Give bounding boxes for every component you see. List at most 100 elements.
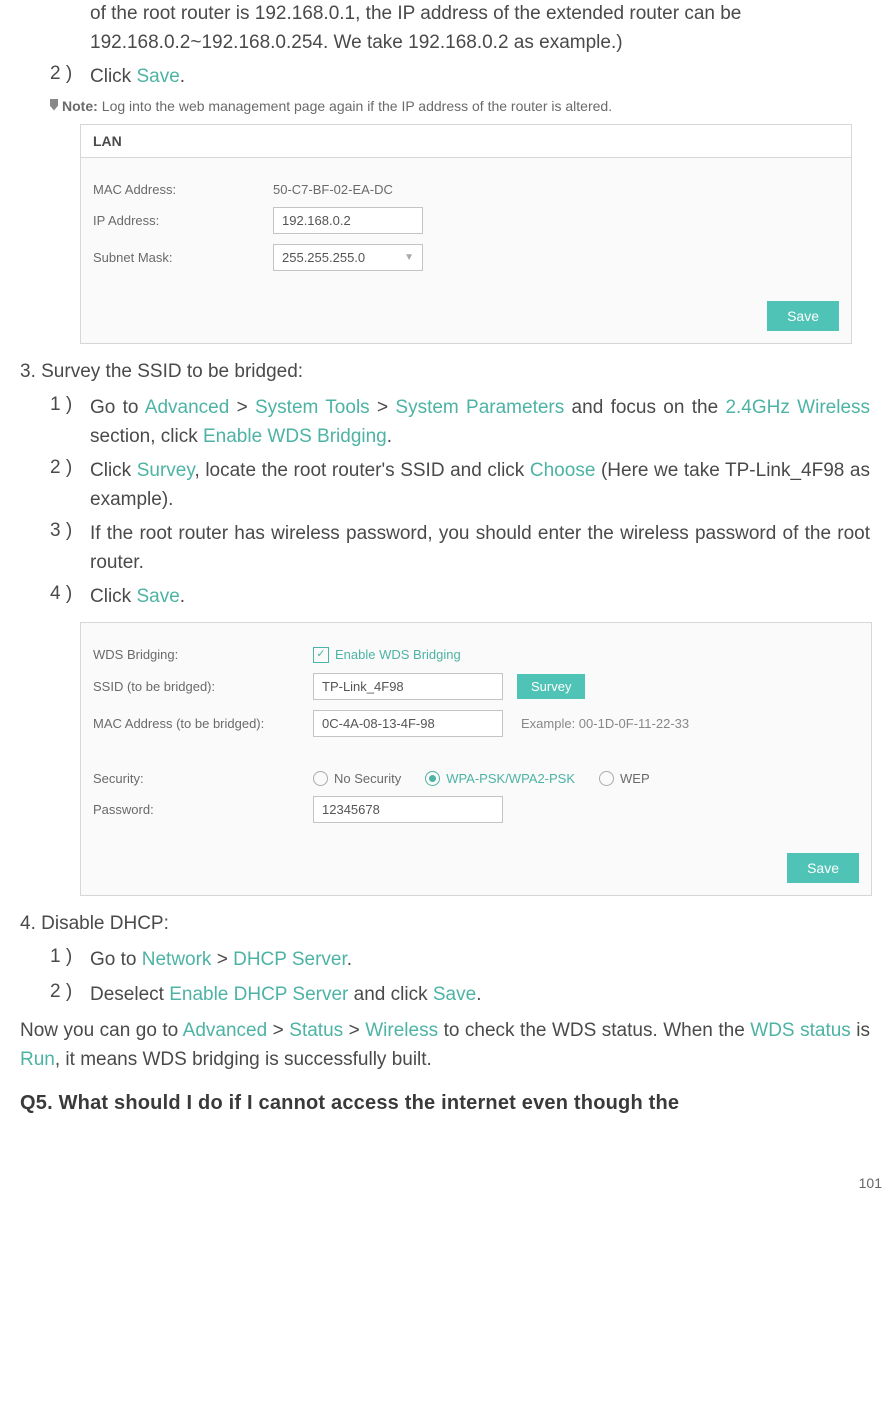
sec3-step2: 2 ) Click Survey, locate the root router…	[50, 457, 870, 514]
note-flag-icon	[50, 99, 58, 111]
text: and click	[348, 984, 432, 1005]
note: Note: Log into the web management page a…	[50, 98, 870, 114]
text: >	[267, 1020, 289, 1041]
checkbox-icon: ✓	[313, 647, 329, 663]
ssid-label: SSID (to be bridged):	[93, 679, 313, 694]
mac-row: MAC Address: 50-C7-BF-02-EA-DC	[93, 182, 839, 197]
ssid-row: SSID (to be bridged): TP-Link_4F98 Surve…	[93, 673, 859, 700]
section-3-heading: 3. Survey the SSID to be bridged:	[20, 358, 870, 387]
text: , it means WDS bridging is successfully …	[55, 1049, 432, 1070]
run-link: Run	[20, 1049, 55, 1070]
text: Click	[90, 586, 136, 607]
step-number: 2 )	[50, 981, 90, 1010]
system-parameters-link: System Parameters	[395, 397, 564, 418]
ip-label: IP Address:	[93, 213, 273, 228]
password-label: Password:	[93, 802, 313, 817]
radio-wep[interactable]: WEP	[599, 771, 650, 786]
ssid-input[interactable]: TP-Link_4F98	[313, 673, 503, 700]
advanced-link: Advanced	[183, 1020, 268, 1041]
step-number: 2 )	[50, 63, 90, 92]
note-text: Log into the web management page again i…	[102, 98, 612, 114]
panel-title: LAN	[81, 125, 851, 158]
lan-panel: LAN MAC Address: 50-C7-BF-02-EA-DC IP Ad…	[80, 124, 852, 344]
closing-paragraph: Now you can go to Advanced > Status > Wi…	[20, 1017, 870, 1074]
subnet-row: Subnet Mask: 255.255.255.0 ▼	[93, 244, 839, 271]
step-number: 1 )	[50, 946, 90, 975]
step-2a: 2 ) Click Save.	[50, 63, 870, 92]
page-number: 101	[0, 1135, 890, 1199]
subnet-label: Subnet Mask:	[93, 250, 273, 265]
choose-link: Choose	[530, 460, 596, 481]
mac-label: MAC Address:	[93, 182, 273, 197]
subnet-select[interactable]: 255.255.255.0 ▼	[273, 244, 423, 271]
text: .	[387, 426, 392, 447]
step-body: Go to Advanced > System Tools > System P…	[90, 394, 870, 451]
step-body: If the root router has wireless password…	[90, 520, 870, 577]
note-label: Note:	[62, 98, 98, 114]
radio-wpa[interactable]: WPA-PSK/WPA2-PSK	[425, 771, 575, 786]
ip-input[interactable]: 192.168.0.2	[273, 207, 423, 234]
ip-row: IP Address: 192.168.0.2	[93, 207, 839, 234]
wireless-link: Wireless	[365, 1020, 438, 1041]
wds-panel: WDS Bridging: ✓ Enable WDS Bridging SSID…	[80, 622, 872, 896]
text: section, click	[90, 426, 203, 447]
mac-bridged-label: MAC Address (to be bridged):	[93, 716, 313, 731]
save-link: Save	[433, 984, 476, 1005]
system-tools-link: System Tools	[255, 397, 370, 418]
mac-value: 50-C7-BF-02-EA-DC	[273, 182, 393, 197]
radio-no-security[interactable]: No Security	[313, 771, 401, 786]
survey-link: Survey	[137, 460, 195, 481]
enable-dhcp-link: Enable DHCP Server	[169, 984, 348, 1005]
security-radio-group: No Security WPA-PSK/WPA2-PSK WEP	[313, 771, 650, 786]
enable-wds-checkbox[interactable]: ✓ Enable WDS Bridging	[313, 647, 461, 663]
text: >	[343, 1020, 365, 1041]
radio-icon	[313, 771, 328, 786]
save-link: Save	[136, 66, 179, 87]
text: >	[370, 397, 396, 418]
subnet-value: 255.255.255.0	[282, 250, 365, 265]
text: to check the WDS status. When the	[438, 1020, 750, 1041]
survey-button[interactable]: Survey	[517, 674, 585, 699]
step-body: Click Save.	[90, 583, 870, 612]
mac-bridged-input[interactable]: 0C-4A-08-13-4F-98	[313, 710, 503, 737]
sec3-step1: 1 ) Go to Advanced > System Tools > Syst…	[50, 394, 870, 451]
save-link: Save	[136, 586, 179, 607]
text: , locate the root router's SSID and clic…	[194, 460, 529, 481]
network-link: Network	[142, 949, 212, 970]
section-4-heading: 4. Disable DHCP:	[20, 910, 870, 939]
enable-wds-label: Enable WDS Bridging	[335, 647, 461, 662]
chevron-down-icon: ▼	[404, 252, 414, 263]
wds-bridging-row: WDS Bridging: ✓ Enable WDS Bridging	[93, 647, 859, 663]
security-row: Security: No Security WPA-PSK/WPA2-PSK W…	[93, 771, 859, 786]
text: >	[211, 949, 233, 970]
step-body: Click Save.	[90, 63, 870, 92]
security-label: Security:	[93, 771, 313, 786]
sec3-step4: 4 ) Click Save.	[50, 583, 870, 612]
text: Click	[90, 66, 136, 87]
text: >	[229, 397, 255, 418]
step-body: Go to Network > DHCP Server.	[90, 946, 870, 975]
password-row: Password: 12345678	[93, 796, 859, 823]
step-body: Click Survey, locate the root router's S…	[90, 457, 870, 514]
password-input[interactable]: 12345678	[313, 796, 503, 823]
radio-label: No Security	[334, 771, 401, 786]
text: .	[180, 66, 185, 87]
save-button[interactable]: Save	[767, 301, 839, 331]
radio-dot-icon	[429, 775, 436, 782]
wireless-link: 2.4GHz Wireless	[725, 397, 870, 418]
mac-example: Example: 00-1D-0F-11-22-33	[521, 716, 689, 731]
status-link: Status	[289, 1020, 343, 1041]
text: is	[851, 1020, 870, 1041]
radio-label: WEP	[620, 771, 650, 786]
wds-label: WDS Bridging:	[93, 647, 313, 662]
save-button[interactable]: Save	[787, 853, 859, 883]
step-number: 1 )	[50, 394, 90, 451]
text: Go to	[90, 397, 145, 418]
step-body: Deselect Enable DHCP Server and click Sa…	[90, 981, 870, 1010]
step-number: 3 )	[50, 520, 90, 577]
text: and focus on the	[564, 397, 725, 418]
text: Now you can go to	[20, 1020, 183, 1041]
intro-continuation: of the root router is 192.168.0.1, the I…	[90, 0, 870, 57]
dhcp-server-link: DHCP Server	[233, 949, 347, 970]
text: Click	[90, 460, 137, 481]
